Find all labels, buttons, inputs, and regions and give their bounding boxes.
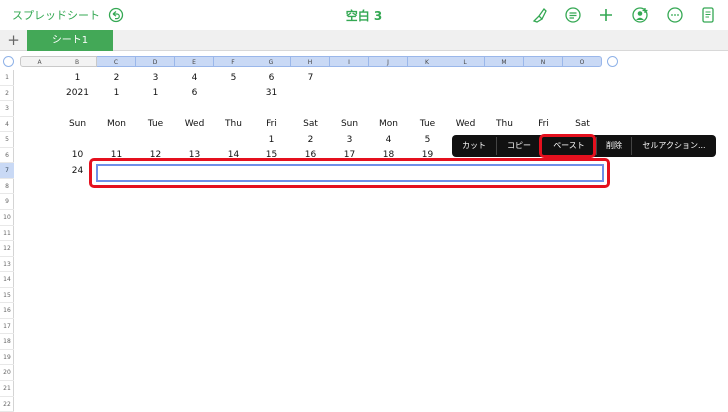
table-cell[interactable]: Fri <box>524 118 564 130</box>
row-header-4[interactable]: 4 <box>0 117 14 133</box>
column-header-m[interactable]: M <box>485 56 524 67</box>
table-cell[interactable]: 5 <box>408 134 448 146</box>
column-header-l[interactable]: L <box>446 56 485 67</box>
table-cell[interactable]: Wed <box>446 118 486 130</box>
column-header-o[interactable]: O <box>563 56 602 67</box>
row-header-2[interactable]: 2 <box>0 86 14 102</box>
table-cell[interactable]: Thu <box>485 118 525 130</box>
table-cell[interactable]: 3 <box>136 72 176 84</box>
table-cell[interactable]: 31 <box>252 87 292 99</box>
cell-actions-menu-item[interactable]: セルアクション... <box>632 135 716 157</box>
table-cell[interactable]: 6 <box>175 87 215 99</box>
table-cell[interactable]: 4 <box>369 134 409 146</box>
row-header-7[interactable]: 7 <box>0 163 14 179</box>
table-cell[interactable]: 1 <box>252 134 292 146</box>
table-cell[interactable]: 1 <box>97 87 137 99</box>
row-header-17[interactable]: 17 <box>0 319 14 335</box>
column-header-d[interactable]: D <box>136 56 175 67</box>
row-header-bar: 1 2 3 4 5 6 7 8 9 10 11 12 13 14 15 16 17 18 19 20 21 22 <box>0 70 14 412</box>
column-header-f[interactable]: F <box>214 56 253 67</box>
sheet-tab-bar: + シート1 <box>0 30 728 51</box>
table-cell[interactable]: Mon <box>369 118 409 130</box>
table-cell[interactable]: 7 <box>291 72 331 84</box>
row-header-12[interactable]: 12 <box>0 241 14 257</box>
row-header-15[interactable]: 15 <box>0 288 14 304</box>
column-header-j[interactable]: J <box>369 56 408 67</box>
row-header-20[interactable]: 20 <box>0 365 14 382</box>
table-cell[interactable]: Mon <box>97 118 137 130</box>
row-header-6[interactable]: 6 <box>0 148 14 164</box>
row-header-3[interactable]: 3 <box>0 101 14 117</box>
row-header-9[interactable]: 9 <box>0 194 14 210</box>
add-icon[interactable] <box>597 6 615 24</box>
column-header-h[interactable]: H <box>291 56 330 67</box>
table-cell[interactable]: 2 <box>291 134 331 146</box>
row-header-1[interactable]: 1 <box>0 70 14 86</box>
table-cell[interactable]: Wed <box>175 118 215 130</box>
table-cell[interactable]: Tue <box>136 118 176 130</box>
row-header-22[interactable]: 22 <box>0 397 14 412</box>
table-cell[interactable]: 6 <box>252 72 292 84</box>
table-cell[interactable]: 1 <box>136 87 176 99</box>
undo-icon[interactable] <box>108 7 124 23</box>
add-column-handle-icon[interactable] <box>607 56 618 67</box>
row-header-14[interactable]: 14 <box>0 272 14 288</box>
row-header-10[interactable]: 10 <box>0 210 14 226</box>
back-to-spreadsheets-button[interactable]: スプレッドシート <box>12 7 100 23</box>
row-header-16[interactable]: 16 <box>0 303 14 319</box>
highlight-paste-outline <box>539 134 596 158</box>
table-cell[interactable]: 4 <box>175 72 215 84</box>
column-header-c[interactable]: C <box>97 56 136 67</box>
table-cell[interactable]: Tue <box>408 118 448 130</box>
table-cell[interactable]: 2 <box>97 72 137 84</box>
table-cell[interactable]: 5 <box>214 72 254 84</box>
table-cell[interactable]: Sun <box>58 118 98 130</box>
paintbrush-icon[interactable] <box>530 6 548 24</box>
row-header-8[interactable]: 8 <box>0 179 14 195</box>
table-cell[interactable]: 3 <box>330 134 370 146</box>
row-header-13[interactable]: 13 <box>0 257 14 273</box>
column-header-g[interactable]: G <box>252 56 291 67</box>
column-header-i[interactable]: I <box>330 56 369 67</box>
copy-menu-item[interactable]: コピー <box>497 135 541 157</box>
table-cell[interactable]: 1 <box>58 72 98 84</box>
column-header-bar: ABCDEFGHIJKLMNO <box>0 54 728 68</box>
table-cell[interactable]: Sat <box>563 118 603 130</box>
row-header-19[interactable]: 19 <box>0 350 14 366</box>
highlight-selection-outline <box>89 158 610 188</box>
delete-menu-item[interactable]: 削除 <box>597 135 631 157</box>
select-table-icon[interactable] <box>3 56 14 67</box>
column-header-n[interactable]: N <box>524 56 563 67</box>
row-header-21[interactable]: 21 <box>0 381 14 397</box>
tab-sheet1[interactable]: シート1 <box>27 30 113 51</box>
collaborate-icon[interactable] <box>631 6 649 24</box>
table-cell[interactable]: Sat <box>291 118 331 130</box>
column-header-e[interactable]: E <box>175 56 214 67</box>
row-header-11[interactable]: 11 <box>0 226 14 242</box>
row-header-18[interactable]: 18 <box>0 334 14 350</box>
document-icon[interactable] <box>699 6 717 24</box>
format-list-icon[interactable] <box>564 6 582 24</box>
cut-menu-item[interactable]: カット <box>452 135 496 157</box>
column-header-k[interactable]: K <box>408 56 447 67</box>
column-header-b[interactable]: B <box>58 56 97 67</box>
more-icon[interactable] <box>666 6 684 24</box>
table-cell[interactable]: Fri <box>252 118 292 130</box>
add-sheet-button[interactable]: + <box>0 30 27 50</box>
column-header-a[interactable]: A <box>20 56 59 67</box>
table-cell[interactable]: Sun <box>330 118 370 130</box>
row-header-5[interactable]: 5 <box>0 132 14 148</box>
table-cell[interactable]: 2021 <box>58 87 98 99</box>
table-cell[interactable]: Thu <box>214 118 254 130</box>
toolbar: スプレッドシート 空白 3 <box>0 0 728 30</box>
